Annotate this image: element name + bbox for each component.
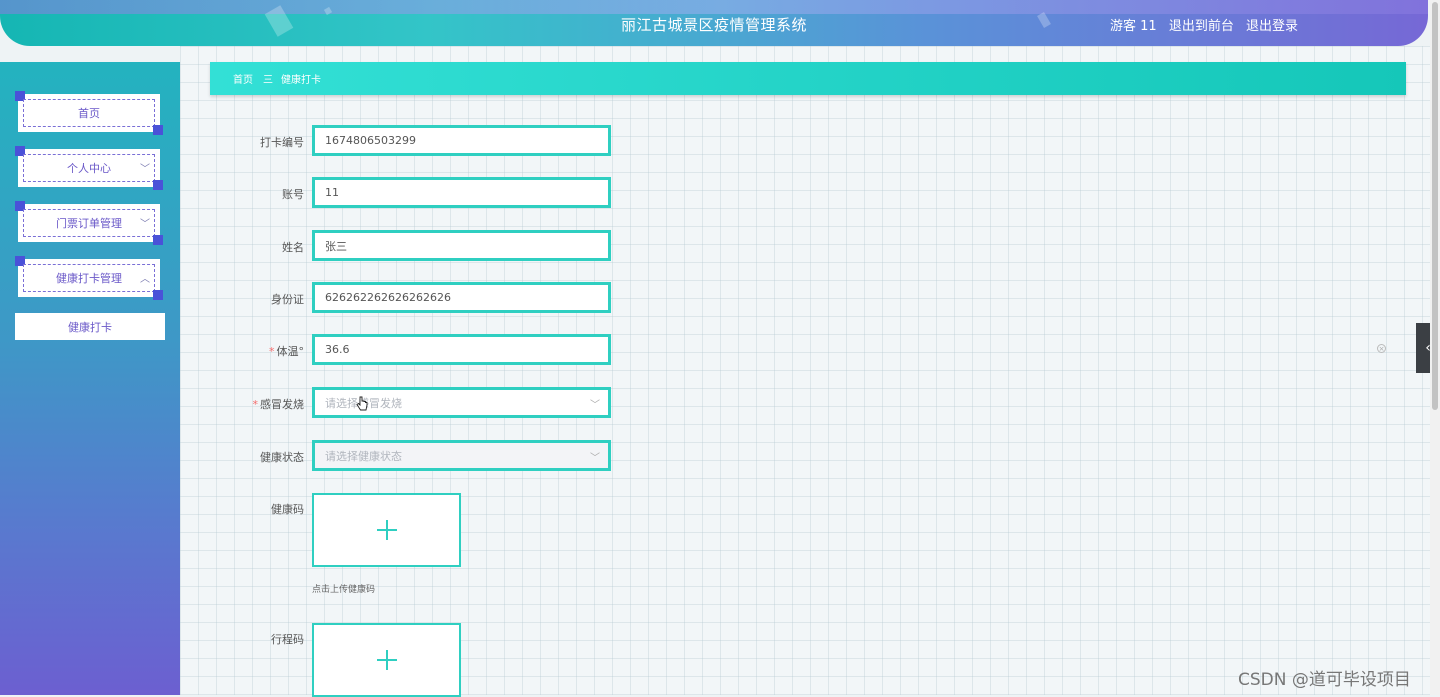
plus-icon bbox=[376, 520, 397, 540]
health-code-uploader[interactable] bbox=[312, 493, 461, 567]
chevron-down-icon: ﹀ bbox=[140, 164, 150, 175]
breadcrumb-home[interactable]: 首页 bbox=[233, 71, 253, 86]
field-label-id-card: 身份证 bbox=[271, 293, 304, 306]
sidebar-item-ticket-orders[interactable]: 门票订单管理 ﹀ bbox=[15, 201, 163, 245]
field-label-travel-code: 行程码 bbox=[271, 633, 304, 646]
chevron-down-icon: ﹀ bbox=[590, 453, 600, 464]
sidebar-item-personal-center[interactable]: 个人中心 ﹀ bbox=[15, 146, 163, 190]
header-user-area: 游客 11 退出到前台 退出登录 bbox=[1110, 15, 1306, 34]
top-header: 丽江古城景区疫情管理系统 游客 11 退出到前台 退出登录 bbox=[0, 0, 1428, 46]
sidebar-subitem-health-checkin[interactable]: 健康打卡 bbox=[15, 313, 165, 340]
page-scrollbar[interactable] bbox=[1430, 0, 1440, 695]
sidebar-item-health-checkin-mgmt[interactable]: 健康打卡管理 ︿ bbox=[15, 256, 163, 300]
health-status-select[interactable]: 请选择健康状态 ﹀ bbox=[312, 440, 611, 471]
health-code-tip: 点击上传健康码 bbox=[312, 585, 376, 595]
sidebar-item-label: 健康打卡管理 bbox=[56, 272, 122, 285]
sidebar-item-label: 门票订单管理 bbox=[56, 217, 122, 230]
field-label-temperature: * 体温° bbox=[269, 345, 304, 358]
back-to-front-link[interactable]: 退出到前台 bbox=[1169, 19, 1234, 34]
name-input[interactable]: 张三 bbox=[312, 230, 611, 261]
field-label-health-status: 健康状态 bbox=[260, 451, 304, 464]
clear-icon[interactable]: × bbox=[1377, 344, 1386, 353]
chevron-down-icon: ﹀ bbox=[590, 400, 600, 411]
field-label-health-code: 健康码 bbox=[271, 503, 304, 516]
travel-code-uploader[interactable] bbox=[312, 623, 461, 697]
sidebar-item-label: 首页 bbox=[78, 107, 100, 120]
sidebar-item-label: 个人中心 bbox=[67, 162, 111, 175]
id-card-input[interactable]: 626262262626262626 bbox=[312, 282, 611, 313]
breadcrumb: 首页 三 健康打卡 bbox=[210, 62, 1406, 95]
health-status-placeholder: 请选择健康状态 bbox=[325, 449, 402, 463]
scrollbar-thumb[interactable] bbox=[1432, 2, 1438, 410]
field-label-checkin-no: 打卡编号 bbox=[260, 136, 304, 149]
logout-link[interactable]: 退出登录 bbox=[1246, 19, 1298, 34]
temperature-input[interactable]: 36.6 bbox=[312, 334, 611, 365]
watermark: CSDN @道可毕设项目 bbox=[1238, 670, 1411, 690]
checkin-no-input[interactable]: 1674806503299 bbox=[312, 125, 611, 156]
breadcrumb-separator: 三 bbox=[263, 75, 273, 86]
chevron-down-icon: ﹀ bbox=[140, 219, 150, 230]
field-label-fever: * 感冒发烧 bbox=[252, 398, 305, 411]
current-user: 游客 11 bbox=[1110, 19, 1157, 34]
breadcrumb-current: 健康打卡 bbox=[281, 75, 321, 86]
account-input[interactable]: 11 bbox=[312, 177, 611, 208]
plus-icon bbox=[376, 650, 397, 670]
field-label-name: 姓名 bbox=[282, 241, 304, 254]
sidebar: 首页 个人中心 ﹀ 门票订单管理 ﹀ 健康打卡管理 ︿ bbox=[0, 62, 180, 695]
sidebar-item-home[interactable]: 首页 bbox=[15, 91, 163, 135]
field-label-account: 账号 bbox=[282, 188, 304, 201]
chevron-up-icon: ︿ bbox=[140, 274, 150, 285]
hand-cursor-icon bbox=[356, 396, 368, 411]
